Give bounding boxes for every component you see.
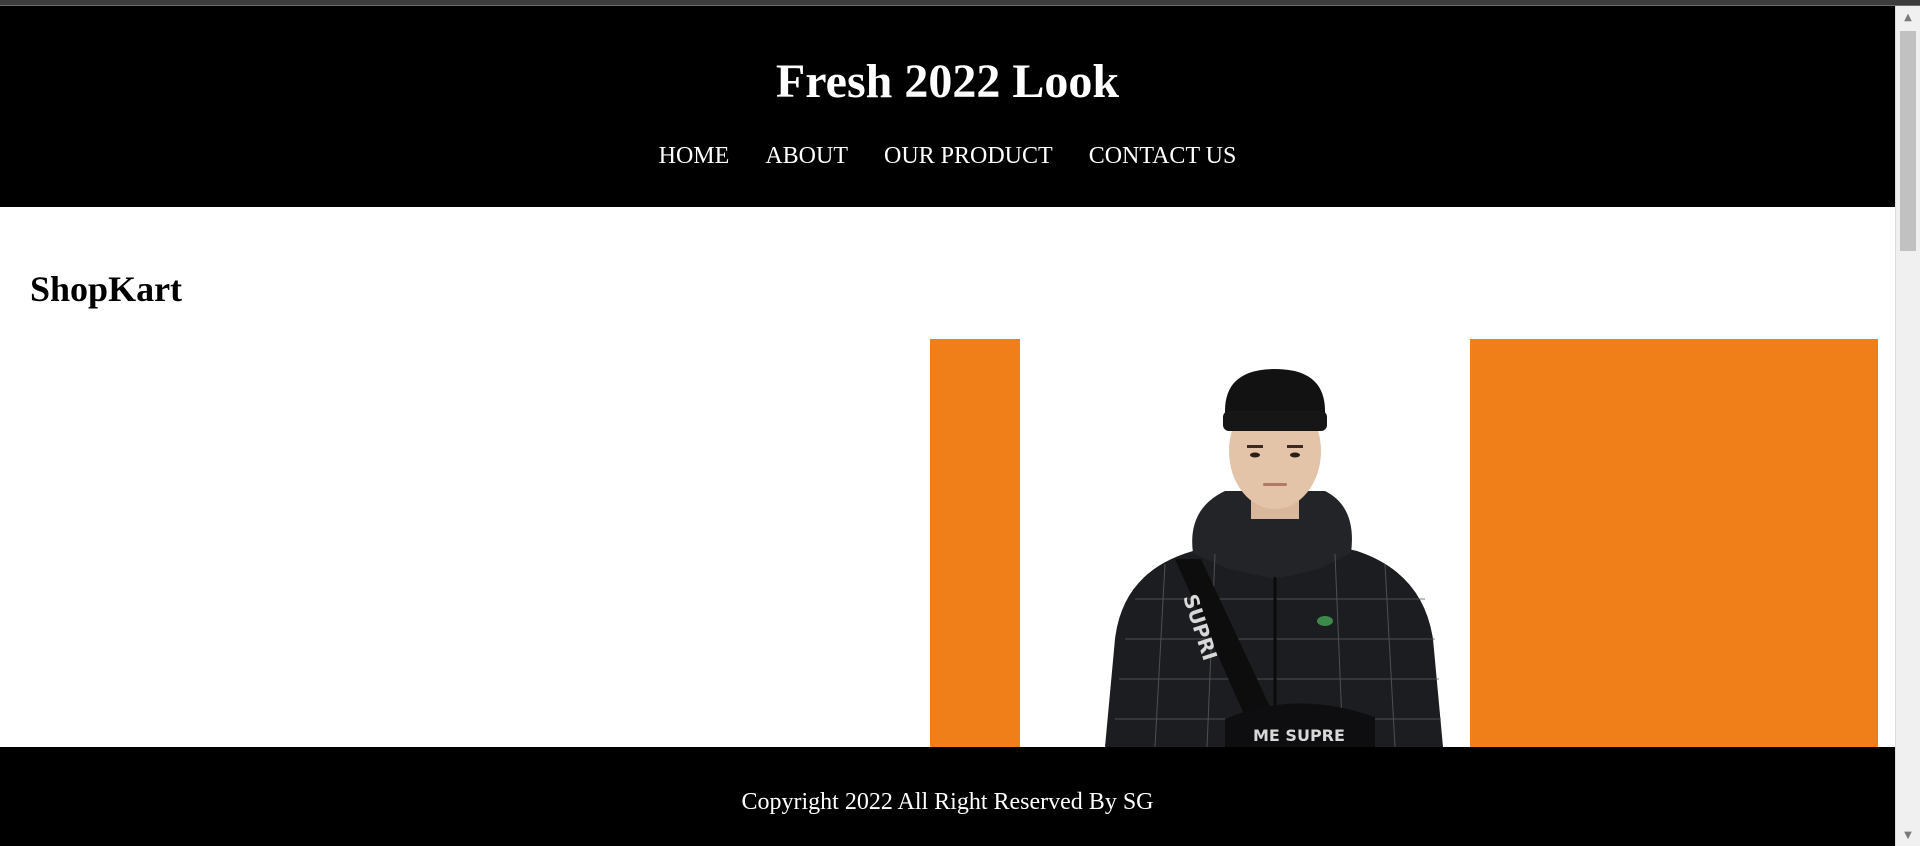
- copyright-text: Copyright 2022 All Right Reserved By SG: [741, 789, 1154, 815]
- page-scrollbar[interactable]: ▲ ▼: [1895, 6, 1920, 846]
- main-nav: HOME ABOUT OUR PRODUCT CONTACT US: [0, 140, 1895, 172]
- nav-contact-us-link[interactable]: CONTACT US: [1089, 140, 1237, 172]
- nav-our-product-link[interactable]: OUR PRODUCT: [884, 140, 1053, 172]
- site-footer: Copyright 2022 All Right Reserved By SG: [0, 747, 1895, 846]
- nav-about-link[interactable]: ABOUT: [765, 140, 848, 172]
- model-photo: SUPRI ME SUPRE: [1105, 369, 1443, 747]
- site-title: Fresh 2022 Look: [775, 55, 1120, 108]
- scroll-up-arrow-icon[interactable]: ▲: [1896, 8, 1920, 28]
- scrollbar-thumb[interactable]: [1900, 31, 1916, 251]
- orange-accent-block-right: [1470, 339, 1878, 747]
- site-header: Fresh 2022 Look HOME ABOUT OUR PRODUCT C…: [0, 6, 1895, 207]
- svg-text:ME SUPRE: ME SUPRE: [1253, 726, 1345, 745]
- nav-home-link[interactable]: HOME: [659, 140, 730, 172]
- hero-section: SUPRI ME SUPRE: [0, 339, 1895, 747]
- brand-heading: ShopKart: [30, 269, 183, 309]
- scroll-down-arrow-icon[interactable]: ▼: [1896, 826, 1920, 846]
- orange-accent-block-left: [930, 339, 1020, 747]
- page: Fresh 2022 Look HOME ABOUT OUR PRODUCT C…: [0, 6, 1895, 846]
